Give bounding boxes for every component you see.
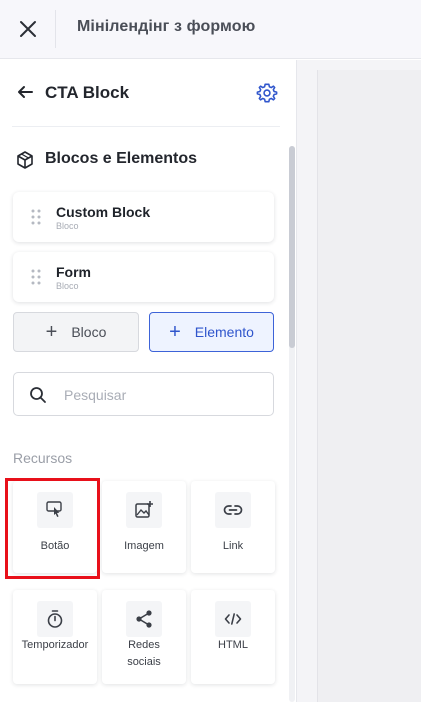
add-element-label: Elemento [194,324,254,340]
resource-label: Temporizador [21,639,89,651]
section-title: Blocos e Elementos [45,150,198,167]
close-icon[interactable] [17,18,39,40]
scrollbar-thumb[interactable] [289,146,295,348]
resource-label: Link [222,540,244,552]
add-block-label: Bloco [71,324,107,340]
preview-page [317,70,421,702]
back-arrow-icon[interactable] [16,83,34,101]
resource-label: Redes sociais [127,639,161,668]
top-bar: Мінілендінг з формою [0,0,421,59]
resource-tile-link[interactable]: Link [191,481,275,573]
code-icon [215,601,251,637]
block-type: Bloco [56,221,79,231]
header-divider [12,126,280,127]
block-name: Custom Block [56,204,151,220]
plus-icon: + [45,321,58,343]
panel-header: CTA Block [0,60,297,126]
resource-label: Imagem [124,540,164,552]
divider [55,10,56,48]
drag-handle-icon[interactable] [31,209,41,225]
block-type: Bloco [56,281,79,291]
preview-canvas[interactable] [297,60,421,702]
block-name: Form [56,264,91,280]
resource-tile-social[interactable]: Redes sociais [102,590,186,684]
add-element-button[interactable]: + Elemento [149,312,274,352]
share-icon [126,601,162,637]
gear-icon[interactable] [256,82,278,104]
cube-icon [15,150,35,170]
page-title: Мінілендінг з формою [77,18,256,35]
search-icon [29,386,47,404]
resource-label: Botão [40,540,70,552]
resource-tile-timer[interactable]: Temporizador [13,590,97,684]
search-box[interactable] [13,372,274,416]
add-block-button[interactable]: + Bloco [13,312,139,352]
search-input[interactable] [64,384,264,406]
resources-title: Recursos [13,450,73,466]
resource-tile-image[interactable]: Imagem [102,481,186,573]
block-title: CTA Block [45,83,130,102]
image-add-icon [126,492,162,528]
plus-icon: + [169,321,181,343]
resource-tile-html[interactable]: HTML [191,590,275,684]
timer-icon [37,601,73,637]
block-item-custom-block[interactable]: Custom Block Bloco [13,192,274,242]
resource-label: HTML [218,639,248,651]
link-icon [215,492,251,528]
block-item-form[interactable]: Form Bloco [13,252,274,302]
button-pointer-icon [37,492,73,528]
editor-sidebar: CTA Block Blocos e Elementos Custom Bloc… [0,60,297,702]
resource-tile-button[interactable]: Botão [13,481,97,573]
drag-handle-icon[interactable] [31,269,41,285]
